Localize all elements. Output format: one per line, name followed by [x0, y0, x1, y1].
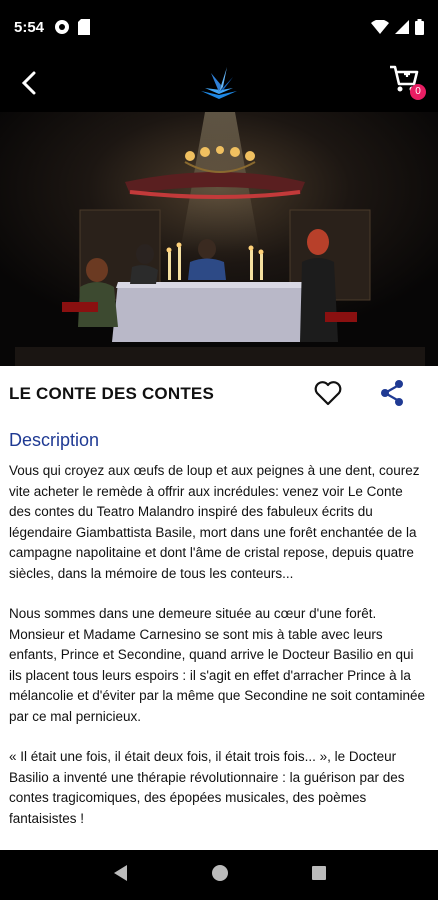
- battery-icon: [415, 19, 424, 35]
- back-button[interactable]: [12, 66, 46, 100]
- show-details: LE CONTE DES CONTES Description Vous qui…: [0, 366, 438, 850]
- signal-icon: [395, 20, 409, 34]
- description-paragraph: « Il était une fois, il était deux fois,…: [9, 749, 405, 826]
- nav-home-icon: [212, 864, 228, 881]
- app-bar: 0: [0, 54, 438, 112]
- sd-card-icon: [78, 19, 91, 35]
- description-paragraph: Vous qui croyez aux œufs de loup et aux …: [9, 463, 420, 581]
- status-time: 5:54: [14, 18, 45, 36]
- show-hero-image: [0, 112, 438, 366]
- share-icon: [381, 380, 403, 406]
- nav-back-button[interactable]: [111, 863, 129, 888]
- status-notification-icons: [54, 19, 91, 35]
- nav-back-icon: [114, 864, 127, 881]
- stage-photo: [0, 112, 438, 366]
- wifi-icon: [371, 20, 389, 34]
- notification-app-icon: [55, 20, 70, 34]
- show-title: LE CONTE DES CONTES: [9, 384, 214, 403]
- title-row: LE CONTE DES CONTES: [0, 366, 438, 422]
- heart-icon: [314, 381, 342, 406]
- logo-icon: [201, 67, 237, 99]
- nav-recents-button[interactable]: [311, 865, 327, 886]
- status-bar: 5:54: [0, 0, 438, 54]
- status-system-icons: [371, 19, 424, 35]
- description-heading: Description: [9, 430, 100, 450]
- favorite-button[interactable]: [312, 377, 344, 409]
- nav-recents-icon: [312, 865, 326, 880]
- system-navigation-bar: [0, 850, 438, 900]
- share-button[interactable]: [376, 377, 408, 409]
- description-text: Vous qui croyez aux œufs de loup et aux …: [0, 451, 438, 829]
- back-icon: [21, 71, 36, 95]
- cart-button[interactable]: 0: [388, 64, 426, 102]
- cart-count-badge: 0: [410, 84, 426, 100]
- nav-home-button[interactable]: [211, 864, 229, 887]
- description-paragraph: Nous sommes dans une demeure située au c…: [9, 606, 426, 724]
